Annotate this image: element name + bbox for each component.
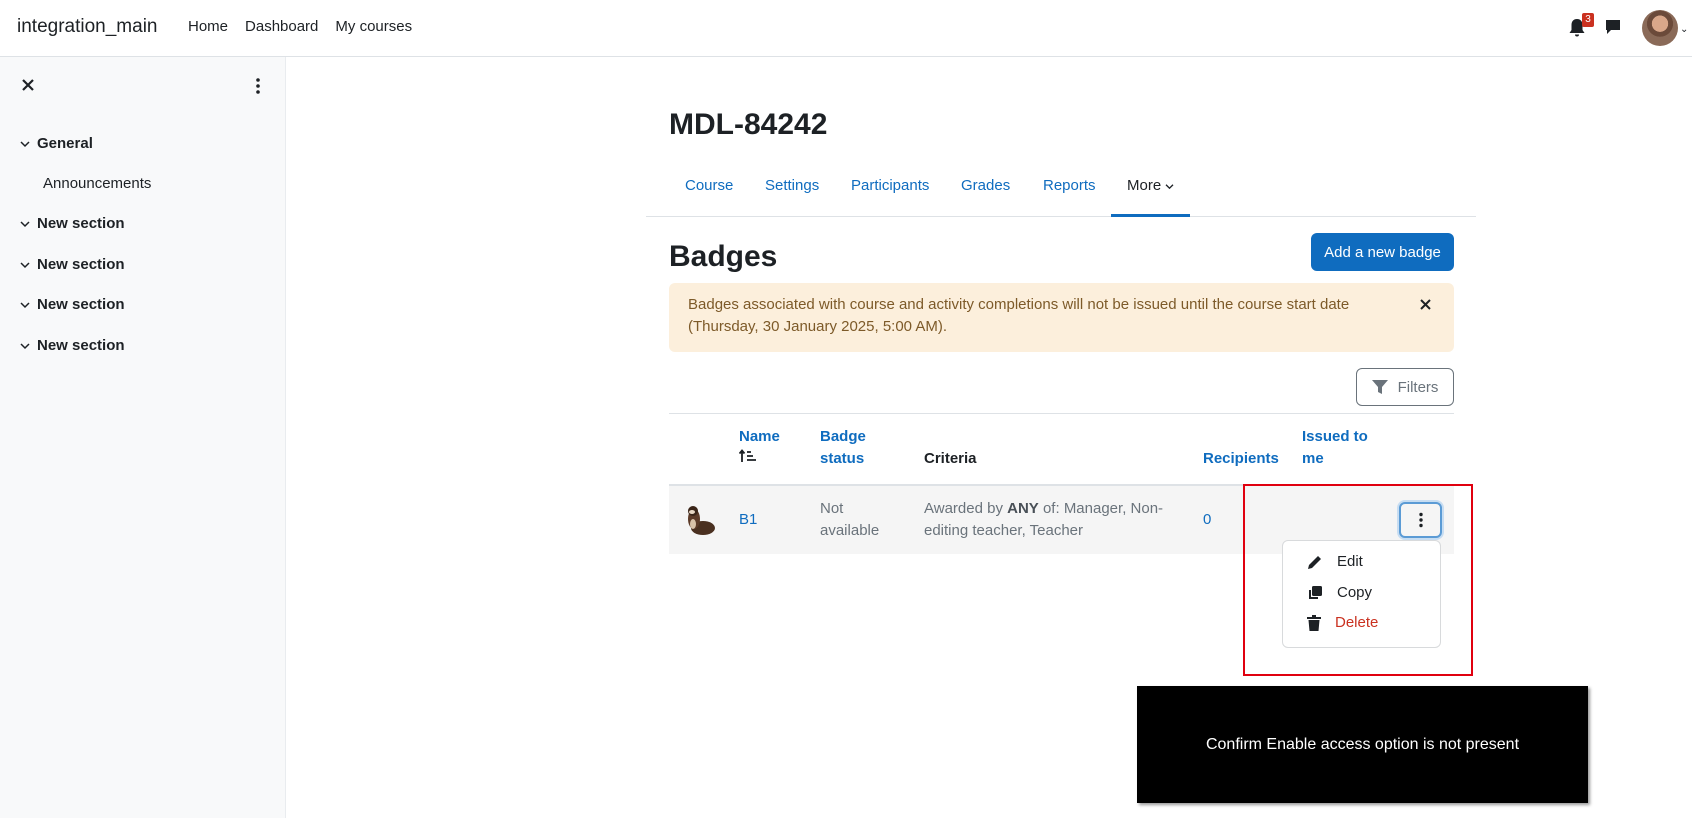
activity-announcements[interactable]: Announcements	[43, 175, 151, 192]
chevron-down-icon	[1165, 184, 1174, 190]
section-label: New section	[37, 296, 125, 313]
add-badge-button[interactable]: Add a new badge	[1311, 233, 1454, 271]
kebab-menu-icon[interactable]	[252, 77, 264, 95]
tab-settings[interactable]: Settings	[765, 177, 819, 194]
messages-icon[interactable]	[1604, 18, 1622, 36]
recipients-count-link[interactable]: 0	[1203, 509, 1211, 531]
chevron-down-icon[interactable]: ⌄	[1680, 24, 1688, 35]
course-title: MDL-84242	[669, 108, 828, 141]
nav-home[interactable]: Home	[188, 18, 228, 35]
primary-navigation: Home Dashboard My courses	[188, 18, 429, 35]
criteria-prefix: Awarded by	[924, 500, 1003, 517]
nav-my-courses[interactable]: My courses	[335, 18, 412, 35]
filter-icon	[1371, 379, 1388, 394]
user-avatar[interactable]	[1642, 10, 1678, 46]
section-new-1[interactable]: New section	[20, 215, 125, 232]
section-new-2[interactable]: New section	[20, 256, 125, 273]
course-start-alert: Badges associated with course and activi…	[669, 283, 1454, 352]
tab-course[interactable]: Course	[685, 177, 733, 194]
badge-name-link[interactable]: B1	[739, 509, 757, 531]
section-label: General	[37, 135, 93, 152]
chevron-down-icon	[20, 140, 30, 147]
column-header-issued[interactable]: Issued to me	[1302, 426, 1382, 470]
column-header-status[interactable]: Badge status	[820, 426, 890, 470]
column-header-criteria: Criteria	[924, 450, 977, 467]
section-general[interactable]: General	[20, 135, 93, 152]
section-label: New section	[37, 215, 125, 232]
column-header-name[interactable]: Name	[738, 426, 780, 470]
badge-criteria: Awarded by ANY of: Manager, Non-editing …	[924, 498, 1184, 542]
highlight-box	[1243, 484, 1473, 676]
nav-dashboard[interactable]: Dashboard	[245, 18, 318, 35]
notification-count-badge: 3	[1582, 13, 1594, 27]
annotation-note: Confirm Enable access option is not pres…	[1137, 686, 1588, 803]
sort-ascending-icon	[738, 449, 756, 462]
tab-reports[interactable]: Reports	[1043, 177, 1096, 194]
badge-image	[688, 506, 715, 535]
table-top-border	[669, 413, 1454, 414]
chevron-down-icon	[20, 220, 30, 227]
secondary-navigation: Course Settings Participants Grades Repo…	[646, 164, 1476, 217]
tab-more[interactable]: More	[1127, 177, 1174, 194]
chevron-down-icon	[20, 261, 30, 268]
filters-button[interactable]: Filters	[1356, 368, 1454, 406]
badge-status: Not available	[820, 500, 880, 539]
badges-heading: Badges	[669, 240, 778, 273]
active-tab-indicator	[1111, 214, 1190, 217]
tab-grades[interactable]: Grades	[961, 177, 1010, 194]
chevron-down-icon	[20, 342, 30, 349]
chevron-down-icon	[20, 301, 30, 308]
section-new-4[interactable]: New section	[20, 337, 125, 354]
section-new-3[interactable]: New section	[20, 296, 125, 313]
close-icon[interactable]	[20, 77, 36, 93]
close-icon[interactable]	[1419, 298, 1432, 311]
filters-label: Filters	[1397, 378, 1439, 396]
criteria-any: ANY	[1007, 500, 1039, 517]
section-label: New section	[37, 256, 125, 273]
section-label: New section	[37, 337, 125, 354]
course-index-drawer: General Announcements New section New se…	[0, 57, 286, 818]
tab-more-label: More	[1127, 177, 1162, 194]
tab-participants[interactable]: Participants	[851, 177, 929, 194]
column-header-recipients[interactable]: Recipients	[1203, 448, 1279, 470]
top-navbar: integration_main Home Dashboard My cours…	[0, 0, 1692, 57]
site-brand[interactable]: integration_main	[17, 16, 157, 38]
column-name-label: Name	[739, 428, 780, 445]
